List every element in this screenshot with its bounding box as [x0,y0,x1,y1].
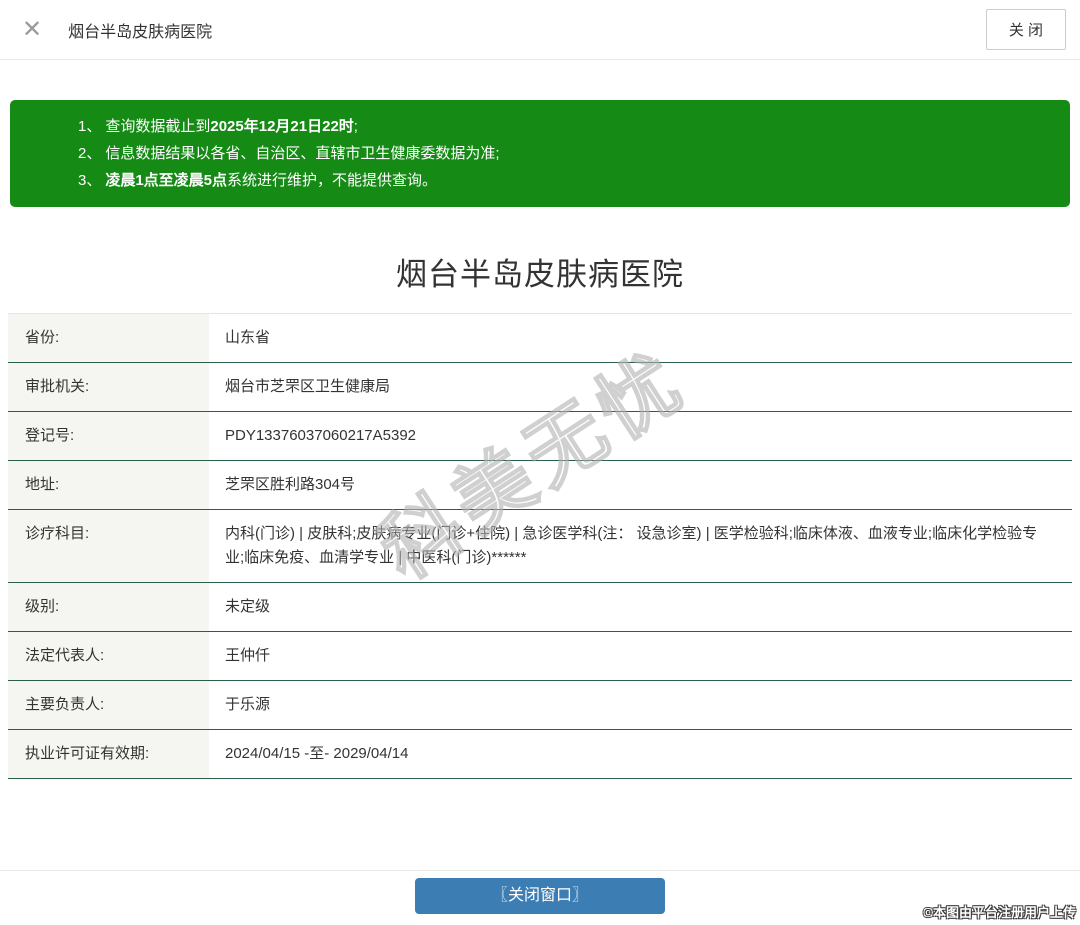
row-value: 未定级 [209,583,1072,631]
row-value: 王仲仟 [209,632,1072,680]
notice-text: 信息数据结果以各省、自治区、直辖市卫生健康委数据为准; [105,145,500,162]
upload-attribution-note: ©本图由平台注册用户上传 [923,905,1076,920]
notice-text: ; [353,118,358,135]
row-value: 2024/04/15 -至- 2029/04/14 [209,730,1072,778]
row-label: 登记号: [8,412,209,460]
close-icon[interactable]: ✕ [22,17,42,42]
notice-line-3: 3、 凌晨1点至凌晨5点系统进行维护，不能提供查询。 [78,167,1050,194]
row-label: 诊疗科目: [8,510,209,582]
top-bar: ✕ 烟台半岛皮肤病医院 关 闭 [0,0,1080,60]
row-label: 执业许可证有效期: [8,730,209,778]
notice-text: 系统进行维护，不能提供查询。 [227,172,438,189]
notice-number: 3、 [78,172,102,189]
footer-divider [0,870,1080,871]
table-row-license-validity: 执业许可证有效期: 2024/04/15 -至- 2029/04/14 [8,730,1072,779]
row-label: 主要负责人: [8,681,209,729]
notice-line-1: 1、 查询数据截止到2025年12月21日22时; [78,113,1050,140]
notice-banner: 1、 查询数据截止到2025年12月21日22时; 2、 信息数据结果以各省、自治区… [10,100,1070,207]
table-row-province: 省份: 山东省 [8,314,1072,363]
table-row-address: 地址: 芝罘区胜利路304号 [8,461,1072,510]
notice-line-2: 2、 信息数据结果以各省、自治区、直辖市卫生健康委数据为准; [78,140,1050,167]
row-label: 省份: [8,314,209,362]
table-row-legal-representative: 法定代表人: 王仲仟 [8,632,1072,681]
table-row-principal: 主要负责人: 于乐源 [8,681,1072,730]
window-title: 烟台半岛皮肤病医院 [68,23,213,41]
table-row-level: 级别: 未定级 [8,583,1072,632]
table-row-medical-subjects: 诊疗科目: 内科(门诊) | 皮肤科;皮肤病专业(门诊+住院) | 急诊医学科(… [8,510,1072,583]
close-window-button[interactable]: 〖关闭窗口〗 [415,878,665,914]
row-value: PDY13376037060217A5392 [209,412,1072,460]
row-value: 内科(门诊) | 皮肤科;皮肤病专业(门诊+住院) | 急诊医学科(注： 设急诊… [209,510,1072,582]
page-title: 烟台半岛皮肤病医院 [396,257,684,292]
table-row-registration-number: 登记号: PDY13376037060217A5392 [8,412,1072,461]
notice-number: 2、 [78,145,102,162]
row-label: 法定代表人: [8,632,209,680]
notice-number: 1、 [78,118,102,135]
row-value: 芝罘区胜利路304号 [209,461,1072,509]
row-value: 于乐源 [209,681,1072,729]
table-row-approval-authority: 审批机关: 烟台市芝罘区卫生健康局 [8,363,1072,412]
notice-text-bold: 凌晨1点至凌晨5点 [105,172,228,189]
notice-text: 查询数据截止到 [105,118,211,135]
notice-text-bold: 2025年12月21日22时 [210,118,354,135]
info-table: 省份: 山东省 审批机关: 烟台市芝罘区卫生健康局 登记号: PDY133760… [8,313,1072,779]
row-label: 地址: [8,461,209,509]
row-value: 山东省 [209,314,1072,362]
close-button[interactable]: 关 闭 [985,9,1066,50]
row-label: 审批机关: [8,363,209,411]
row-value: 烟台市芝罘区卫生健康局 [209,363,1072,411]
row-label: 级别: [8,583,209,631]
